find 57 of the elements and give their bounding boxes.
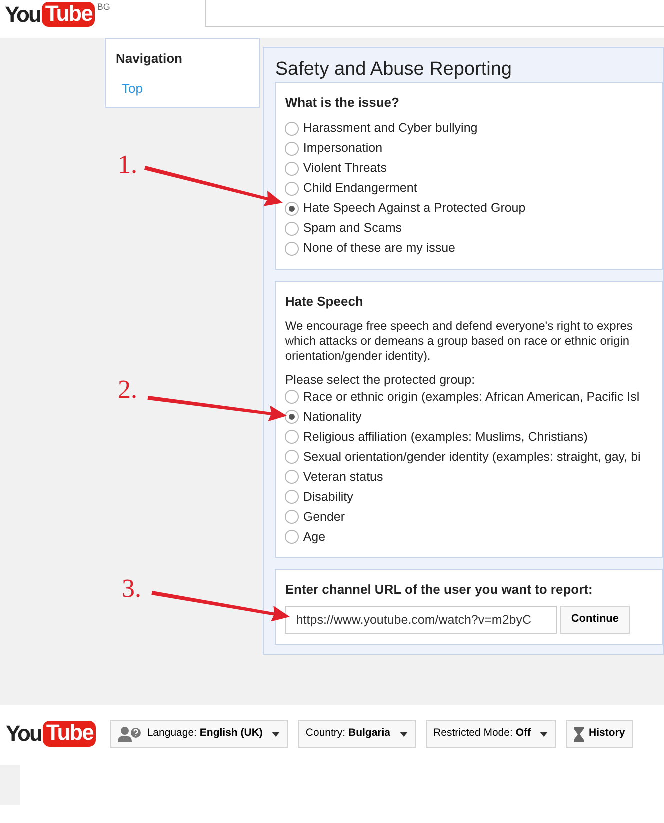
radio-button[interactable] — [285, 142, 300, 156]
option-label: Race or ethnic origin (examples: African American, Pacific Isl — [303, 388, 640, 406]
option-label: Harassment and Cyber bullying — [303, 120, 478, 138]
caret-icon — [540, 732, 548, 736]
option-label: Disability — [303, 488, 354, 506]
radio-button[interactable] — [285, 162, 300, 176]
radio-button[interactable] — [285, 490, 300, 504]
option-label: Hate Speech Against a Protected Group — [303, 200, 526, 218]
option-label: Sexual orientation/gender identity (examples: straight, gay, bi — [303, 448, 641, 466]
panel-title: Safety and Abuse Reporting — [275, 60, 513, 79]
continue-button[interactable]: Continue — [560, 606, 630, 634]
radio-button[interactable] — [285, 222, 300, 236]
language-button[interactable]: Language: English (UK) — [110, 720, 288, 748]
history-button[interactable]: History — [566, 720, 634, 748]
radio-button[interactable] — [285, 530, 300, 544]
people-icon — [118, 726, 142, 742]
region-label: BG — [97, 2, 110, 13]
option-label: Child Endangerment — [303, 180, 418, 198]
section-title: Hate Speech — [285, 292, 364, 311]
logo-text-badge[interactable]: Tube — [42, 2, 96, 28]
radio-button[interactable] — [285, 410, 300, 424]
option-label: Impersonation — [303, 140, 383, 158]
navigation-title: Navigation — [116, 50, 184, 68]
radio-button[interactable] — [285, 510, 300, 524]
option-label: None of these are my issue — [303, 240, 456, 258]
caret-icon — [272, 732, 280, 736]
option-label: Nationality — [303, 408, 362, 426]
hourglass-icon — [574, 726, 584, 742]
country-button[interactable]: Country: Bulgaria — [298, 720, 416, 748]
radio-button[interactable] — [285, 182, 300, 196]
radio-button[interactable] — [285, 390, 300, 404]
option-label: Gender — [303, 508, 346, 526]
radio-button[interactable] — [285, 430, 300, 444]
annotation-number: 1. — [118, 152, 138, 178]
option-label: Religious affiliation (examples: Muslims, Christians) — [303, 428, 588, 446]
search-field[interactable] — [205, 0, 664, 27]
radio-button[interactable] — [285, 470, 300, 484]
section-title: Enter channel URL of the user you want to report: — [285, 581, 594, 599]
prompt-text: Please select the protected group: — [285, 374, 476, 387]
option-label: Age — [303, 528, 326, 546]
option-label: Spam and Scams — [303, 220, 402, 238]
description-text: We encourage free speech and defend everyone's right to expres which attacks or demeans a group based on race or ethnic origin orientation/gender identity). — [285, 319, 634, 364]
section-title: What is the issue? — [285, 94, 400, 112]
restricted-button[interactable]: Restricted Mode: Off — [426, 720, 556, 748]
annotation-number: 3. — [122, 576, 142, 602]
radio-button[interactable] — [285, 450, 300, 464]
logo-text[interactable]: You — [5, 4, 40, 26]
url-field[interactable]: https://www.youtube.com/watch?v=m2byC — [285, 606, 558, 634]
logo-text[interactable]: You — [6, 723, 42, 745]
radio-button[interactable] — [285, 242, 300, 256]
radio-button[interactable] — [285, 202, 300, 216]
caret-icon — [400, 732, 408, 736]
annotation-number: 2. — [118, 377, 138, 403]
logo-text-badge[interactable]: Tube — [43, 721, 96, 747]
radio-button[interactable] — [285, 122, 300, 136]
option-label: Veteran status — [303, 468, 384, 486]
option-label: Violent Threats — [303, 160, 387, 178]
